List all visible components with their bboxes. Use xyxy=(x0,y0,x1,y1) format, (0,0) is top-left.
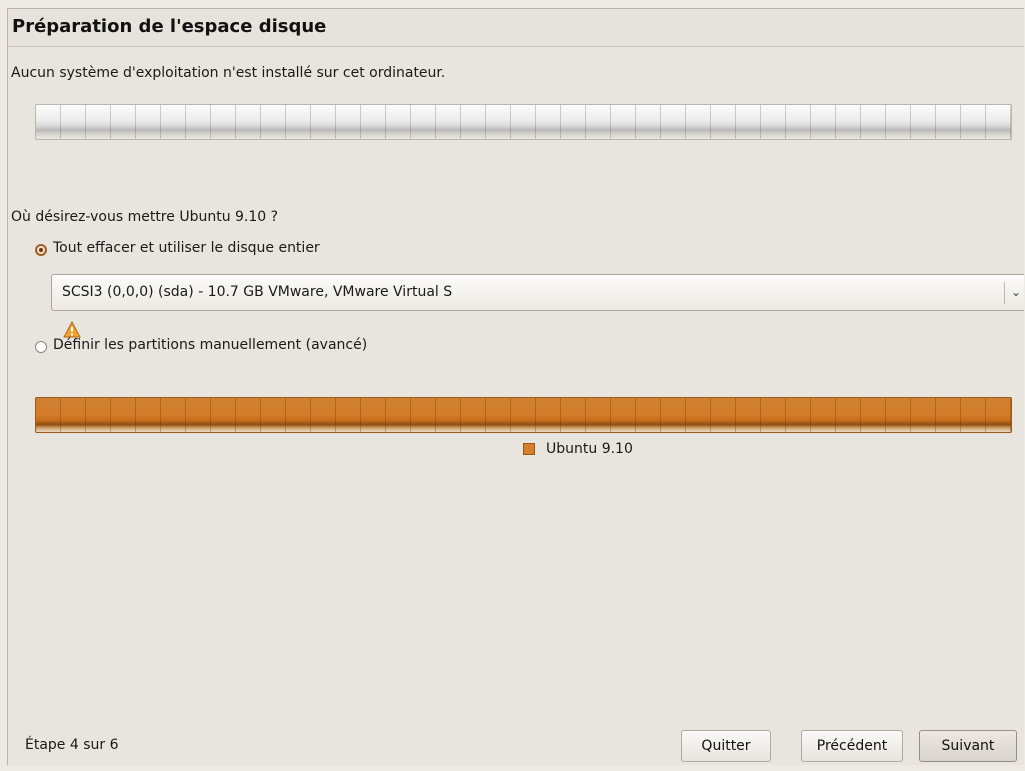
current-disk-grid xyxy=(36,105,1011,139)
chevron-down-icon[interactable]: ⌄ xyxy=(1009,283,1023,301)
previous-button[interactable]: Précédent xyxy=(801,730,903,762)
disk-select-dropdown[interactable]: SCSI3 (0,0,0) (sda) - 10.7 GB VMware, VM… xyxy=(51,274,1024,311)
quit-button[interactable]: Quitter xyxy=(681,730,771,762)
manual-partition-label[interactable]: Définir les partitions manuellement (ava… xyxy=(53,337,367,353)
install-location-question: Où désirez-vous mettre Ubuntu 9.10 ? xyxy=(11,209,279,225)
erase-disk-label[interactable]: Tout effacer et utiliser le disque entie… xyxy=(53,240,320,256)
target-disk-grid xyxy=(36,398,1011,432)
next-button[interactable]: Suivant xyxy=(919,730,1017,762)
selected-disk: SCSI3 (0,0,0) (sda) - 10.7 GB VMware, VM… xyxy=(62,284,453,300)
erase-disk-radio[interactable] xyxy=(35,244,47,256)
page-title: Préparation de l'espace disque xyxy=(12,16,327,37)
previous-button-label: Précédent xyxy=(816,738,888,754)
no-os-message: Aucun système d'exploitation n'est insta… xyxy=(11,65,446,81)
page-header: Préparation de l'espace disque xyxy=(8,9,1024,47)
next-button-label: Suivant xyxy=(941,738,995,754)
ubuntu-partition-label: Ubuntu 9.10 xyxy=(546,441,633,457)
ubuntu-partition-color-swatch xyxy=(523,443,535,455)
quit-button-label: Quitter xyxy=(701,738,751,754)
manual-partition-radio[interactable] xyxy=(35,341,47,353)
current-disk-bar xyxy=(35,104,1012,140)
target-disk-bar xyxy=(35,397,1012,433)
dropdown-separator xyxy=(1004,282,1005,304)
step-indicator: Étape 4 sur 6 xyxy=(25,737,119,753)
installer-window: Préparation de l'espace disque Aucun sys… xyxy=(7,8,1024,765)
